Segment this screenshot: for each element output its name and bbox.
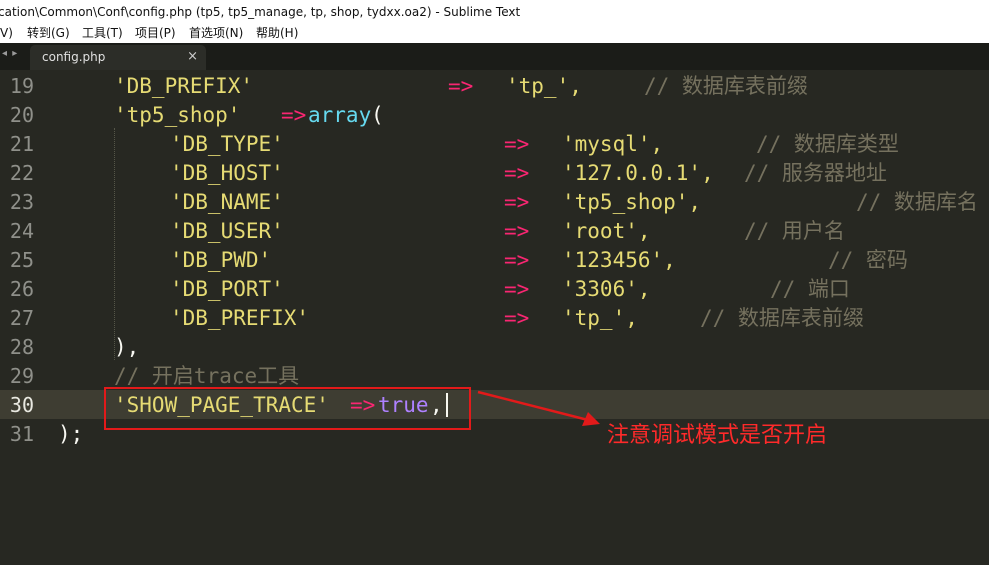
indent-guide <box>114 128 115 360</box>
code-line-20: 'tp5_shop' => array ( <box>58 101 384 130</box>
code-line-24: 'DB_USER' => 'root', // 用户名 <box>58 217 845 246</box>
tab-nav-arrows-icon[interactable]: ◂ ▸ <box>2 48 18 59</box>
string-token: '3306', <box>562 277 651 301</box>
tab-close-icon[interactable]: × <box>187 49 198 64</box>
line-number: 25 <box>9 248 34 272</box>
line-number: 31 <box>9 422 34 446</box>
line-number: 20 <box>9 103 34 127</box>
string-token: 'DB_PREFIX' <box>114 74 254 98</box>
operator-token: => <box>448 74 474 98</box>
operator-token: => <box>504 277 530 301</box>
operator-token: => <box>504 248 530 272</box>
menu-bar: V) 转到(G) 工具(T) 项目(P) 首选项(N) 帮助(H) <box>0 24 989 43</box>
menu-project[interactable]: 项目(P) <box>135 24 176 43</box>
string-token: 'DB_USER' <box>170 219 284 243</box>
operator-token: => <box>281 103 307 127</box>
punctuation-token: ), <box>114 335 140 359</box>
menu-help[interactable]: 帮助(H) <box>256 24 298 43</box>
code-line-29: // 开启trace工具 <box>58 362 299 391</box>
string-token: 'tp5_shop', <box>562 190 702 214</box>
line-number: 29 <box>9 364 34 388</box>
comment-token: // 数据库类型 <box>756 132 899 156</box>
punctuation-token: ); <box>58 422 84 446</box>
string-token: '127.0.0.1', <box>562 161 714 185</box>
string-token: 'tp_', <box>562 306 638 330</box>
comment-token: // 密码 <box>828 248 908 272</box>
line-number: 24 <box>9 219 34 243</box>
string-token: 'DB_PWD' <box>170 248 272 272</box>
tab-bar: ◂ ▸ config.php × <box>0 43 989 70</box>
punctuation-token: ( <box>371 103 384 127</box>
annotation-arrow-icon <box>477 390 600 426</box>
line-number: 26 <box>9 277 34 301</box>
comment-token: // 用户名 <box>744 219 845 243</box>
code-line-19: 'DB_PREFIX' => 'tp_', // 数据库表前缀 <box>58 72 808 101</box>
comment-token: // 数据库名 <box>856 190 978 214</box>
comment-token: // 服务器地址 <box>744 161 887 185</box>
operator-token: => <box>504 190 530 214</box>
code-line-25: 'DB_PWD' => '123456', // 密码 <box>58 246 908 275</box>
string-token: 'DB_PREFIX' <box>170 306 310 330</box>
window-title: cation\Common\Conf\config.php (tp5, tp5_… <box>0 5 521 19</box>
keyword-token: array <box>308 103 372 127</box>
operator-token: => <box>504 161 530 185</box>
line-number: 27 <box>9 306 34 330</box>
string-token: 'tp_', <box>506 74 582 98</box>
string-token: '123456', <box>562 248 676 272</box>
line-number: 19 <box>9 74 34 98</box>
string-token: 'DB_NAME' <box>170 190 284 214</box>
string-token: 'DB_HOST' <box>170 161 284 185</box>
line-number-current: 30 <box>9 393 34 417</box>
window-titlebar: cation\Common\Conf\config.php (tp5, tp5_… <box>0 0 989 24</box>
code-line-31: ); <box>58 420 109 449</box>
code-line-26: 'DB_PORT' => '3306', // 端口 <box>58 275 850 304</box>
comment-token: // 数据库表前缀 <box>644 74 808 98</box>
code-line-21: 'DB_TYPE' => 'mysql', // 数据库类型 <box>58 130 899 159</box>
menu-preferences[interactable]: 首选项(N) <box>189 24 243 43</box>
line-number-gutter: 19 20 21 22 23 24 25 26 27 28 29 30 31 <box>0 70 46 525</box>
comment-token: // 端口 <box>770 277 850 301</box>
annotation-highlight-box <box>104 387 471 430</box>
annotation-text: 注意调试模式是否开启 <box>607 423 828 448</box>
tab-label: config.php <box>42 50 106 64</box>
code-line-30: 'SHOW_PAGE_TRACE' => true , <box>58 391 443 420</box>
operator-token: => <box>504 306 530 330</box>
code-line-23: 'DB_NAME' => 'tp5_shop', // 数据库名 <box>58 188 978 217</box>
menu-goto[interactable]: 转到(G) <box>27 24 70 43</box>
line-number: 23 <box>9 190 34 214</box>
code-line-28: ), <box>58 333 139 362</box>
comment-token: // 数据库表前缀 <box>700 306 864 330</box>
code-line-22: 'DB_HOST' => '127.0.0.1', // 服务器地址 <box>58 159 887 188</box>
code-line-27: 'DB_PREFIX' => 'tp_', // 数据库表前缀 <box>58 304 864 333</box>
menu-view[interactable]: V) <box>0 24 13 43</box>
string-token: 'mysql', <box>562 132 664 156</box>
line-number: 28 <box>9 335 34 359</box>
menu-tools[interactable]: 工具(T) <box>82 24 123 43</box>
string-token: 'DB_TYPE' <box>170 132 284 156</box>
string-token: 'root', <box>562 219 651 243</box>
tab-config-php[interactable]: config.php × <box>30 45 206 70</box>
string-token: 'tp5_shop' <box>114 103 241 127</box>
operator-token: => <box>504 219 530 243</box>
string-token: 'DB_PORT' <box>170 277 284 301</box>
code-editor[interactable]: 19 20 21 22 23 24 25 26 27 28 29 30 31 '… <box>0 70 989 525</box>
line-number: 22 <box>9 161 34 185</box>
line-number: 21 <box>9 132 34 156</box>
operator-token: => <box>504 132 530 156</box>
